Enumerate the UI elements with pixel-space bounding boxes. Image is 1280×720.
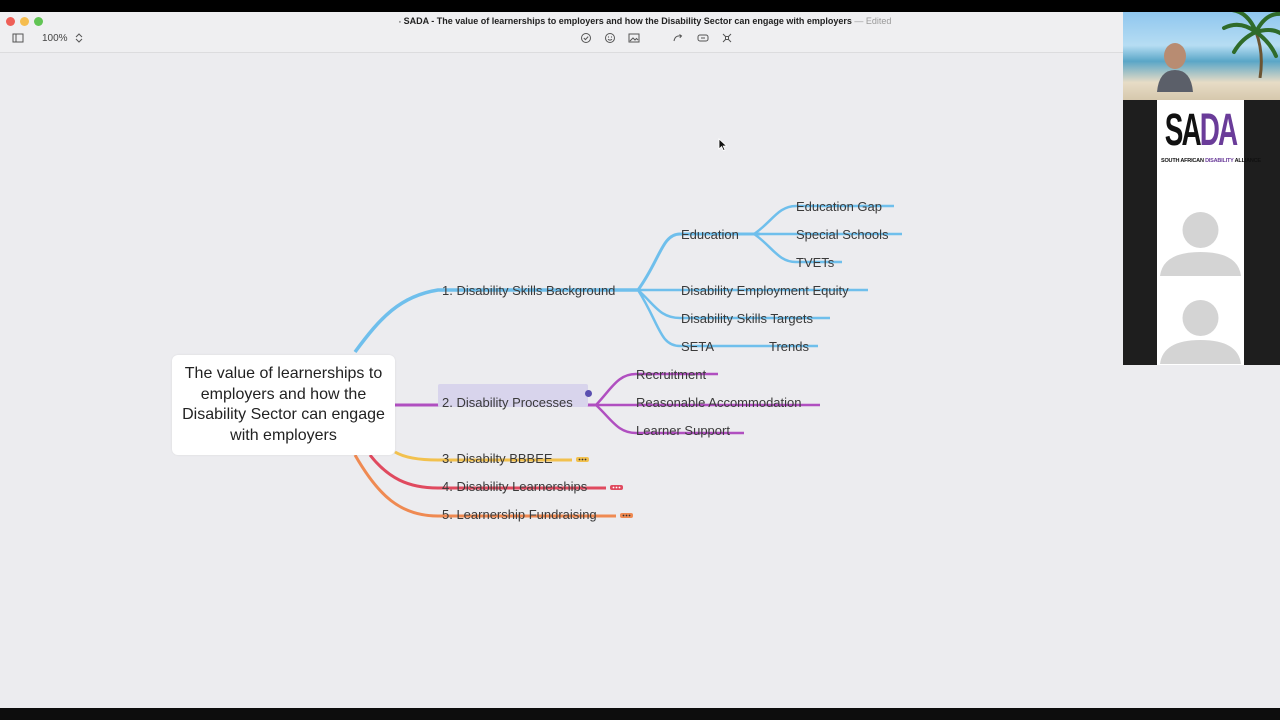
mindmap: The value of learnerships to employers a…	[0, 12, 1123, 700]
connector-branch-1	[353, 288, 638, 354]
branch-connectors	[353, 204, 902, 518]
speaker-silhouette	[1157, 43, 1193, 92]
topic-education[interactable]: Education	[681, 227, 739, 242]
selection-handle[interactable]	[585, 390, 592, 397]
topic-learnership-fundraising[interactable]: 5. Learnership Fundraising	[442, 507, 597, 522]
topic-tvets[interactable]: TVETs	[796, 255, 834, 270]
topic-disability-processes[interactable]: 2. Disability Processes	[442, 395, 573, 410]
collapsed-more-icon[interactable]	[610, 485, 623, 490]
topic-disability-learnerships[interactable]: 4. Disability Learnerships	[442, 479, 587, 494]
topic-education-gap[interactable]: Education Gap	[796, 199, 882, 214]
collapsed-more-icon[interactable]	[576, 457, 589, 462]
video-call-panel: SA DA SOUTH AFRICAN DISABILITY ALLIANCE	[1123, 12, 1280, 365]
palm-tree-icon	[1222, 12, 1280, 78]
topic-recruitment[interactable]: Recruitment	[636, 367, 706, 382]
connector-education	[636, 232, 760, 291]
topic-learner-support[interactable]: Learner Support	[636, 423, 730, 438]
bottom-letterbox	[0, 708, 1280, 720]
canvas-extension	[1123, 365, 1280, 708]
central-topic-text: The value of learnerships to employers a…	[182, 365, 385, 444]
sada-logo: SA DA SOUTH AFRICAN DISABILITY ALLIANCE	[1161, 104, 1261, 164]
top-letterbox	[0, 0, 1280, 12]
topic-reasonable-accommodation[interactable]: Reasonable Accommodation	[636, 395, 802, 410]
topic-disability-skills-targets[interactable]: Disability Skills Targets	[681, 311, 813, 326]
participant-avatar-icon[interactable]	[1159, 204, 1242, 276]
mindmap-canvas[interactable]: The value of learnerships to employers a…	[0, 53, 1123, 708]
participant-avatar-icon[interactable]	[1159, 292, 1242, 364]
topic-special-schools[interactable]: Special Schools	[796, 227, 889, 242]
topic-disability-bbbee[interactable]: 3. Disabilty BBBEE	[442, 451, 553, 466]
mindmap-app-window: ▪ SADA - The value of learnerships to em…	[0, 12, 1123, 708]
speaker-video-feed[interactable]	[1123, 12, 1280, 100]
topic-trends[interactable]: Trends	[769, 339, 809, 354]
participant-panel: SA DA SOUTH AFRICAN DISABILITY ALLIANCE	[1157, 100, 1261, 365]
topic-disability-skills-background[interactable]: 1. Disability Skills Background	[442, 283, 615, 298]
topic-disability-employment-equity[interactable]: Disability Employment Equity	[681, 283, 849, 298]
topic-seta[interactable]: SETA	[681, 339, 714, 354]
collapsed-more-icon[interactable]	[620, 513, 633, 518]
mouse-pointer-icon	[718, 138, 728, 152]
central-topic[interactable]: The value of learnerships to employers a…	[172, 355, 395, 455]
